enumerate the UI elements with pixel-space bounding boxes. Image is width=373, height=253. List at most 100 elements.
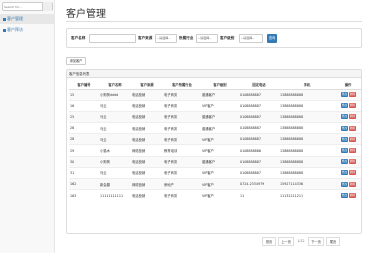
actions-cell: 修改 删除 <box>335 122 361 134</box>
column-header: 固定电话 <box>239 80 279 90</box>
delete-button[interactable]: 删除 <box>349 92 356 98</box>
industry-select[interactable]: --请选择-- <box>196 34 218 43</box>
mobile-cell: 13888888888 <box>279 122 335 134</box>
level-cell: VIP客户 <box>201 99 239 112</box>
sidebar: 客户管理 客户拜访 <box>0 0 55 253</box>
delete-button[interactable]: 删除 <box>349 103 356 109</box>
last-page-button[interactable]: 尾页 <box>326 237 340 246</box>
first-page-button[interactable]: 首页 <box>262 237 276 246</box>
table-row: 28 马云 电话营销 电子商务 VIP客户 0108888887 13888888888 修改… <box>69 133 361 145</box>
customer-source-select[interactable]: --请选择-- <box>155 34 177 43</box>
phone-cell: 11 <box>239 189 279 201</box>
sidebar-item-customer-visit[interactable]: 客户拜访 <box>0 25 55 35</box>
table-row: 30 小狗狗 电话营销 电子商务 普通客户 0108888887 13888888888 修改… <box>69 155 361 168</box>
level-cell: VIP客户 <box>201 189 239 201</box>
table-row: 15 小狗狗dddd 电话营销 电子商务 普通客户 0108888887 138888888… <box>69 88 361 101</box>
level-cell: VIP客户 <box>201 144 239 157</box>
customer-source-cell: 电话营销 <box>131 122 163 134</box>
mobile-cell: 11132211211 <box>279 189 335 201</box>
actions-cell: 修改 删除 <box>335 177 361 190</box>
delete-button[interactable]: 删除 <box>349 114 356 120</box>
edit-button[interactable]: 修改 <box>341 114 348 120</box>
customer-source-cell: 网络营销 <box>131 177 163 190</box>
customer-id-cell: 31 <box>69 166 99 179</box>
actions-cell: 修改 删除 <box>335 88 361 101</box>
actions-cell: 修改 删除 <box>335 166 361 179</box>
search-panel: 客户名称 客户来源 --请选择-- 所属行业 --请选择-- 客户级别 --请选… <box>66 28 362 48</box>
delete-button[interactable]: 删除 <box>349 159 356 165</box>
customer-name-cell: 马云 <box>99 122 131 134</box>
level-cell: 普通客户 <box>201 110 239 123</box>
level-cell: VIP客户 <box>201 133 239 145</box>
edit-button[interactable]: 修改 <box>341 136 348 142</box>
customer-name-cell: 小猫木 <box>99 144 131 157</box>
delete-button[interactable]: 删除 <box>349 193 356 199</box>
customer-id-cell: 28 <box>69 133 99 145</box>
actions-cell: 修改 删除 <box>335 189 361 201</box>
search-icon[interactable] <box>42 2 52 11</box>
delete-button[interactable]: 删除 <box>349 148 356 154</box>
edit-button[interactable]: 修改 <box>341 103 348 109</box>
customer-source-cell: 电话营销 <box>131 189 163 201</box>
level-cell: 普通客户 <box>201 155 239 168</box>
actions-cell: 修改 删除 <box>335 99 361 112</box>
customer-id-cell: 30 <box>69 155 99 168</box>
customer-source-cell: 电话营销 <box>131 99 163 112</box>
column-header: 客户编号 <box>69 80 99 90</box>
customer-level-label: 客户级别 <box>220 36 235 40</box>
edit-button[interactable]: 修改 <box>341 125 348 131</box>
prev-page-button[interactable]: 上一页 <box>278 237 294 246</box>
delete-button[interactable]: 删除 <box>349 181 356 187</box>
level-cell: 普通客户 <box>201 88 239 101</box>
table-row: 29 小猫木 网络营销 教育培训 VIP客户 0108888886 13888888888 修… <box>69 144 361 157</box>
sidebar-item-customer-management[interactable]: 客户管理 <box>0 14 55 24</box>
edit-button[interactable]: 修改 <box>341 159 348 165</box>
phone-cell: 0108888887 <box>239 133 279 145</box>
customer-source-cell: 电话营销 <box>131 155 163 168</box>
level-cell: 普通客户 <box>201 122 239 134</box>
actions-cell: 修改 删除 <box>335 110 361 123</box>
customer-id-cell: 15 <box>69 88 99 101</box>
edit-button[interactable]: 修改 <box>341 193 348 199</box>
mobile-cell: 13888888888 <box>279 155 335 168</box>
mobile-cell: 13888888888 <box>279 166 335 179</box>
search-button[interactable]: 查询 <box>267 34 277 43</box>
customer-source-cell: 电话营销 <box>131 110 163 123</box>
edit-button[interactable]: 修改 <box>341 148 348 154</box>
customer-name-label: 客户名称 <box>71 36 86 40</box>
customer-table: 客户编号 客户名称 客户来源 客户所属行业 客户级别 固定电话 手机 操作 15… <box>69 80 361 201</box>
edit-button[interactable]: 修改 <box>341 181 348 187</box>
customer-id-cell: 163 <box>69 189 99 201</box>
customer-source-cell: 电话营销 <box>131 166 163 179</box>
column-header: 客户级别 <box>201 80 239 90</box>
table-header-row: 客户编号 客户名称 客户来源 客户所属行业 客户级别 固定电话 手机 操作 <box>69 80 361 90</box>
table-row: 162 新会翻 网络营销 房地产 VIP客户 0724-2334979 1592711433… <box>69 177 361 190</box>
customer-name-cell: 小狗狗 <box>99 155 131 168</box>
mobile-cell: 13888888888 <box>279 110 335 123</box>
title-divider <box>66 21 362 22</box>
delete-button[interactable]: 删除 <box>349 136 356 142</box>
page-info: 1/12 <box>294 237 308 246</box>
customer-level-select[interactable]: --请选择-- <box>239 34 263 43</box>
customer-name-cell: 马云 <box>99 110 131 123</box>
add-customer-button[interactable]: 添加客户 <box>66 57 86 65</box>
customer-list-panel: 客户信息列表 客户编号 客户名称 客户来源 客户所属行业 客户级别 固定电话 手… <box>66 69 362 234</box>
customer-source-cell: 电话营销 <box>131 133 163 145</box>
delete-button[interactable]: 删除 <box>349 170 356 176</box>
phone-cell: 0108888887 <box>239 166 279 179</box>
customer-name-input[interactable] <box>89 34 136 43</box>
phone-cell: 0108888887 <box>239 122 279 134</box>
industry-cell: 电子商务 <box>163 99 201 112</box>
edit-button[interactable]: 修改 <box>341 92 348 98</box>
industry-label: 所属行业 <box>179 36 194 40</box>
sidebar-search-input[interactable] <box>4 3 40 10</box>
page-title: 客户管理 <box>66 9 106 20</box>
edit-button[interactable]: 修改 <box>341 170 348 176</box>
industry-cell: 电子商务 <box>163 166 201 179</box>
phone-cell: 0108888887 <box>239 155 279 168</box>
next-page-button[interactable]: 下一页 <box>308 237 324 246</box>
delete-button[interactable]: 删除 <box>349 125 356 131</box>
phone-cell: 0724-2334979 <box>239 177 279 190</box>
customer-id-cell: 16 <box>69 99 99 112</box>
customer-source-cell: 网络营销 <box>131 144 163 157</box>
